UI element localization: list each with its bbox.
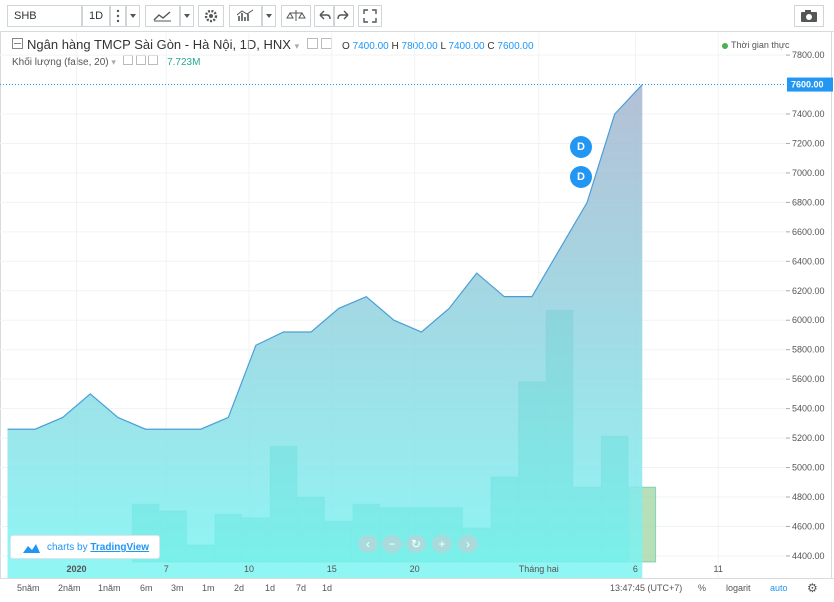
realtime-indicator: Thời gian thực: [722, 40, 789, 50]
scale-settings-gear-icon[interactable]: ⚙: [807, 581, 818, 595]
close-value: 7600.00: [497, 41, 534, 52]
dividend-marker-2[interactable]: D: [570, 166, 592, 188]
open-label: O: [342, 41, 350, 52]
indicators-dropdown-icon[interactable]: [262, 5, 276, 27]
scroll-right-icon[interactable]: ›: [458, 535, 478, 553]
eye-icon[interactable]: [306, 38, 318, 49]
chart-frame: [0, 0, 832, 600]
high-label: H: [391, 41, 399, 52]
volume-eye-icon[interactable]: [122, 55, 133, 65]
log-toggle[interactable]: logarit: [726, 583, 751, 593]
tradingview-cloud-icon: [23, 544, 40, 553]
branding-name: TradingView: [90, 542, 150, 553]
scroll-left-icon[interactable]: ‹: [358, 535, 378, 553]
range-6m[interactable]: 6m: [140, 583, 153, 593]
volume-title: Khối lượng (false, 20): [12, 57, 109, 68]
clock-time[interactable]: 13:47:45 (UTC+7): [610, 583, 682, 593]
reset-icon[interactable]: ↻: [406, 535, 426, 553]
auto-toggle[interactable]: auto: [770, 583, 788, 593]
collapse-icon[interactable]: [12, 38, 23, 49]
volume-dropdown-icon[interactable]: ▾: [111, 57, 116, 67]
undo-icon[interactable]: [314, 5, 334, 27]
indicators-icon[interactable]: [229, 5, 262, 27]
low-value: 7400.00: [448, 41, 485, 52]
chart-legend: Ngân hàng TMCP Sài Gòn - Hà Nội, 1D, HNX…: [12, 37, 534, 52]
fullscreen-icon[interactable]: [358, 5, 382, 27]
interval-dropdown-icon[interactable]: [126, 5, 140, 27]
close-label: C: [487, 41, 495, 52]
zoom-in-icon[interactable]: +: [432, 535, 452, 553]
settings-gear-icon[interactable]: [198, 5, 224, 27]
volume-legend: Khối lượng (false, 20) ▾ 7.723M: [12, 55, 200, 68]
toolbar: SHB 1D: [0, 0, 834, 32]
volume-value: 7.723M: [167, 57, 201, 68]
range-1y[interactable]: 1năm: [98, 583, 121, 593]
chart-style-dropdown-icon[interactable]: [180, 5, 194, 27]
low-label: L: [440, 41, 446, 52]
range-2d[interactable]: 2d: [234, 583, 244, 593]
redo-icon[interactable]: [334, 5, 354, 27]
chart-style-icon[interactable]: [145, 5, 180, 27]
screenshot-camera-icon[interactable]: [794, 5, 824, 27]
range-1m[interactable]: 1m: [202, 583, 215, 593]
range-1d-b[interactable]: 1d: [322, 583, 332, 593]
volume-close-icon[interactable]: [148, 55, 159, 65]
symbol-title: Ngân hàng TMCP Sài Gòn - Hà Nội, 1D, HNX: [27, 37, 291, 52]
percent-toggle[interactable]: %: [698, 583, 706, 593]
more-options-icon[interactable]: [110, 5, 126, 27]
range-2y[interactable]: 2năm: [58, 583, 81, 593]
bottom-toolbar: 5năm 2năm 1năm 6m 3m 1m 2d 1d 7d 1d 13:4…: [0, 578, 834, 601]
open-value: 7400.00: [352, 41, 389, 52]
branding-prefix: charts by: [47, 542, 88, 553]
range-7d[interactable]: 7d: [296, 583, 306, 593]
realtime-dot-icon: [722, 42, 728, 49]
dividend-marker-1[interactable]: D: [570, 136, 592, 158]
volume-settings-icon[interactable]: [135, 55, 146, 65]
range-3m[interactable]: 3m: [171, 583, 184, 593]
settings-small-icon[interactable]: [321, 38, 333, 49]
realtime-label: Thời gian thực: [731, 40, 790, 50]
symbol-input[interactable]: SHB: [7, 5, 82, 27]
compare-scale-icon[interactable]: [281, 5, 311, 27]
interval-button[interactable]: 1D: [82, 5, 110, 27]
tradingview-logo[interactable]: charts by TradingView: [10, 535, 160, 559]
range-5y[interactable]: 5năm: [17, 583, 40, 593]
zoom-out-icon[interactable]: −: [382, 535, 402, 553]
legend-dropdown-icon[interactable]: ▾: [295, 41, 300, 51]
high-value: 7800.00: [401, 41, 438, 52]
range-1d-a[interactable]: 1d: [265, 583, 275, 593]
